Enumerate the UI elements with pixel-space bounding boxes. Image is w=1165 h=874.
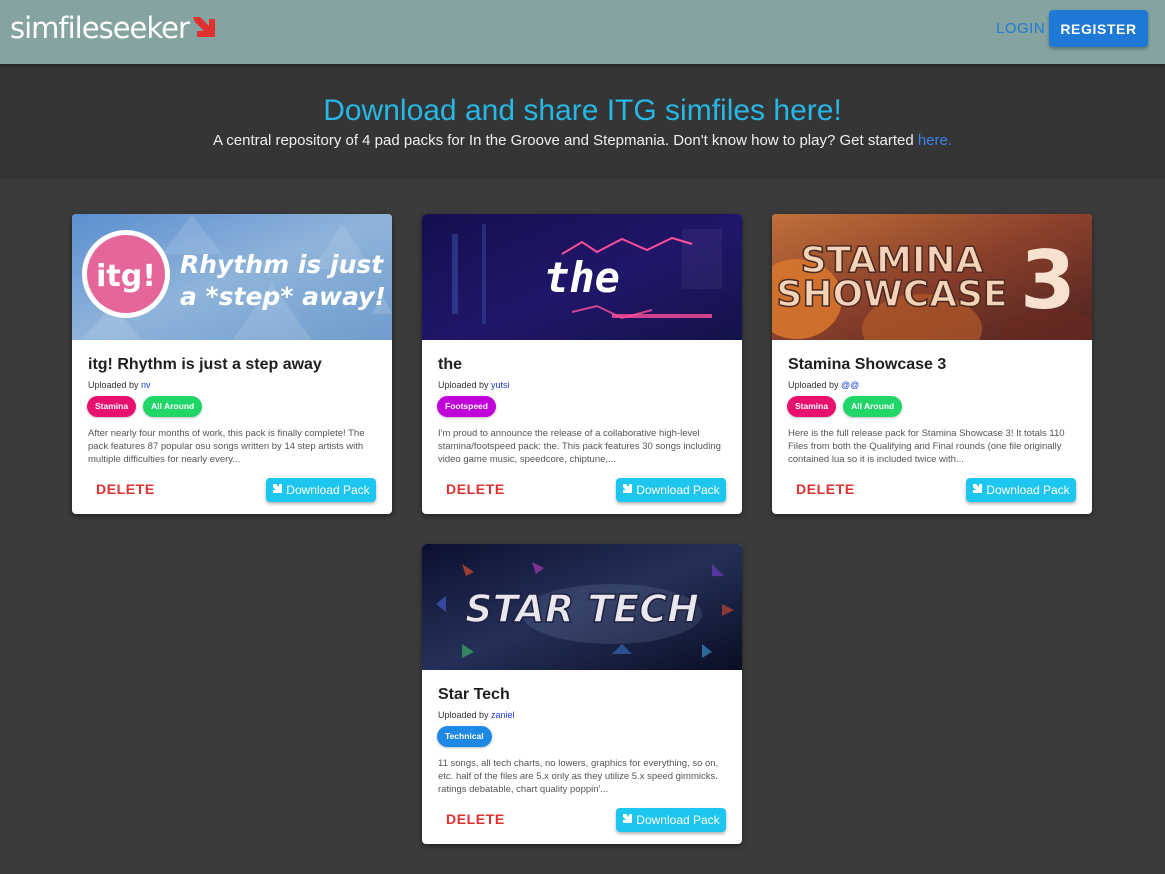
- uploader-link[interactable]: nv: [141, 380, 151, 390]
- download-label: Download Pack: [286, 483, 370, 497]
- pack-card: itg! Rhythm is just a *step* away! itg! …: [72, 214, 392, 514]
- uploaded-by-label: Uploaded by: [788, 380, 842, 390]
- delete-button[interactable]: DELETE: [788, 477, 863, 501]
- download-label: Download Pack: [636, 483, 720, 497]
- tag-stamina[interactable]: Stamina: [87, 396, 137, 417]
- uploaded-by: Uploaded by yutsi: [438, 379, 510, 391]
- pack-description: Here is the full release pack for Stamin…: [788, 428, 1065, 465]
- tag-list: Stamina All Around: [87, 396, 203, 417]
- tag-all-around[interactable]: All Around: [143, 396, 203, 417]
- banner-logo-text: itg!: [96, 259, 156, 294]
- pack-card: STAR TECH Star Tech Uploaded by zaniel T…: [422, 544, 742, 844]
- pack-title[interactable]: itg! Rhythm is just a step away: [88, 355, 322, 375]
- download-arrow-icon: [623, 484, 633, 493]
- uploaded-by: Uploaded by nv: [88, 379, 151, 391]
- pack-banner-image[interactable]: STAR TECH: [422, 544, 742, 670]
- download-pack-button[interactable]: Download Pack: [266, 478, 376, 502]
- hero-subtitle: A central repository of 4 pad packs for …: [0, 131, 1165, 151]
- download-label: Download Pack: [986, 483, 1070, 497]
- tag-list: Stamina All Around: [787, 396, 903, 417]
- top-nav-bar: simfileseeker LOGIN REGISTER: [0, 0, 1165, 64]
- pack-title[interactable]: Stamina Showcase 3: [788, 355, 946, 375]
- pack-banner-image[interactable]: the: [422, 214, 742, 340]
- hero-subtitle-text: A central repository of 4 pad packs for …: [212, 132, 918, 149]
- pack-description: After nearly four months of work, this p…: [88, 428, 365, 465]
- pack-description: I'm proud to announce the release of a c…: [438, 428, 721, 465]
- tag-list: Technical: [437, 726, 492, 747]
- pack-title[interactable]: the: [438, 355, 462, 375]
- delete-button[interactable]: DELETE: [438, 807, 513, 831]
- uploaded-by-label: Uploaded by: [438, 710, 492, 720]
- download-arrow-icon: [623, 814, 633, 823]
- delete-button[interactable]: DELETE: [88, 477, 163, 501]
- tag-footspeed[interactable]: Footspeed: [437, 396, 496, 417]
- get-started-link[interactable]: here.: [918, 132, 952, 149]
- pack-description: 11 songs, all tech charts, no lowers, gr…: [438, 758, 719, 795]
- banner-line-2: SHOWCASE: [776, 274, 1007, 315]
- banner-logo-text: STAR TECH: [465, 587, 699, 631]
- download-label: Download Pack: [636, 813, 720, 827]
- banner-line-2: a *step* away!: [180, 282, 386, 311]
- logo-text: simfileseeker: [10, 11, 190, 45]
- banner-number: 3: [1020, 234, 1076, 327]
- pack-title[interactable]: Star Tech: [438, 685, 510, 705]
- uploader-link[interactable]: zaniel: [491, 710, 515, 720]
- download-pack-button[interactable]: Download Pack: [616, 478, 726, 502]
- tag-all-around[interactable]: All Around: [843, 396, 903, 417]
- delete-button[interactable]: DELETE: [438, 477, 513, 501]
- hero-section: Download and share ITG simfiles here! A …: [0, 64, 1165, 179]
- hero-title: Download and share ITG simfiles here!: [323, 94, 842, 127]
- login-button[interactable]: LOGIN: [990, 14, 1051, 44]
- download-arrow-icon: [973, 484, 983, 493]
- pack-banner-image[interactable]: itg! Rhythm is just a *step* away!: [72, 214, 392, 340]
- download-pack-button[interactable]: Download Pack: [616, 808, 726, 832]
- tag-stamina[interactable]: Stamina: [787, 396, 837, 417]
- logo-arrow-icon: [192, 17, 215, 37]
- uploaded-by: Uploaded by zaniel: [438, 709, 515, 721]
- pack-card: STAMINA SHOWCASE 3 Stamina Showcase 3 Up…: [772, 214, 1092, 514]
- uploader-link[interactable]: yutsi: [491, 380, 510, 390]
- tag-list: Footspeed: [437, 396, 496, 417]
- pack-banner-image[interactable]: STAMINA SHOWCASE 3: [772, 214, 1092, 340]
- download-arrow-icon: [273, 484, 283, 493]
- pack-card: the the Uploaded by yutsi Footspeed I'm …: [422, 214, 742, 514]
- uploaded-by: Uploaded by @@: [788, 379, 859, 391]
- site-logo[interactable]: simfileseeker: [10, 12, 217, 44]
- banner-logo-text: the: [544, 253, 620, 302]
- register-button[interactable]: REGISTER: [1049, 10, 1148, 47]
- download-pack-button[interactable]: Download Pack: [966, 478, 1076, 502]
- uploader-link[interactable]: @@: [841, 380, 859, 390]
- uploaded-by-label: Uploaded by: [438, 380, 492, 390]
- banner-line-1: Rhythm is just: [180, 250, 384, 279]
- tag-technical[interactable]: Technical: [437, 726, 492, 747]
- uploaded-by-label: Uploaded by: [88, 380, 142, 390]
